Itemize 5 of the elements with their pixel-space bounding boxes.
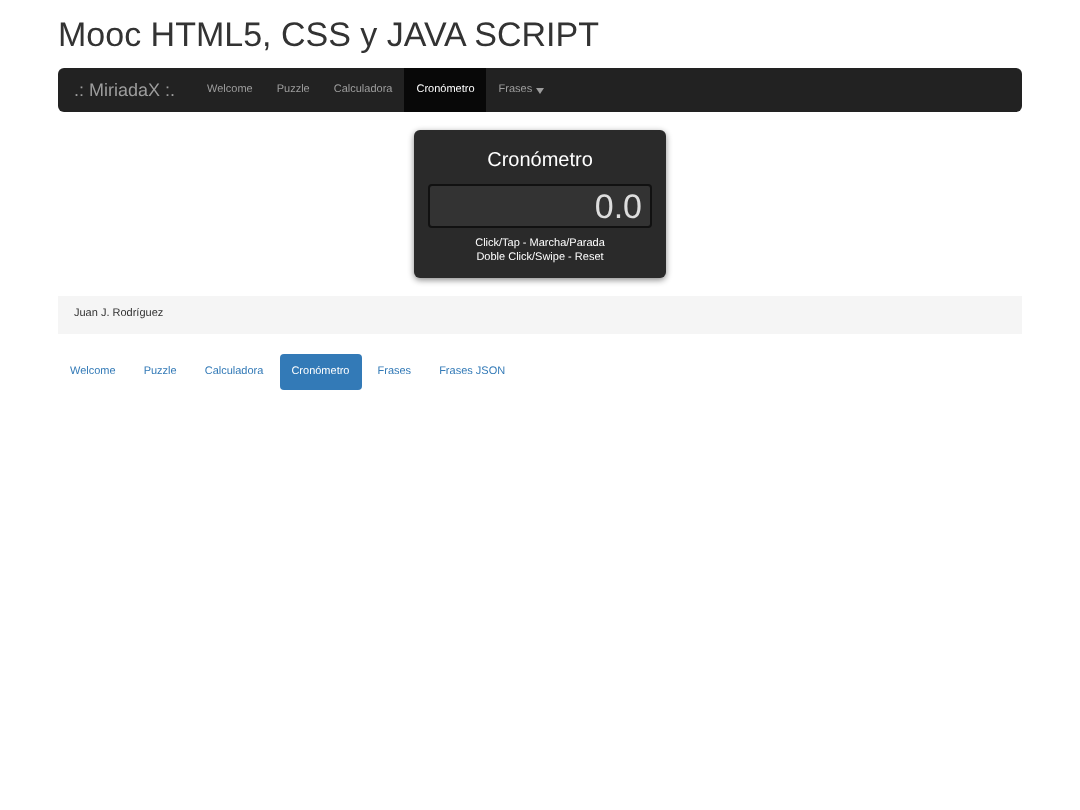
stopwatch-title: Cronómetro [485, 148, 595, 177]
time-display[interactable]: 0.0 [428, 184, 652, 229]
navbar-brand[interactable]: .: MiriadaX :. [74, 68, 196, 113]
caret-icon [536, 87, 545, 94]
page-title: Mooc HTML5, CSS y JAVA SCRIPT [58, 16, 601, 57]
